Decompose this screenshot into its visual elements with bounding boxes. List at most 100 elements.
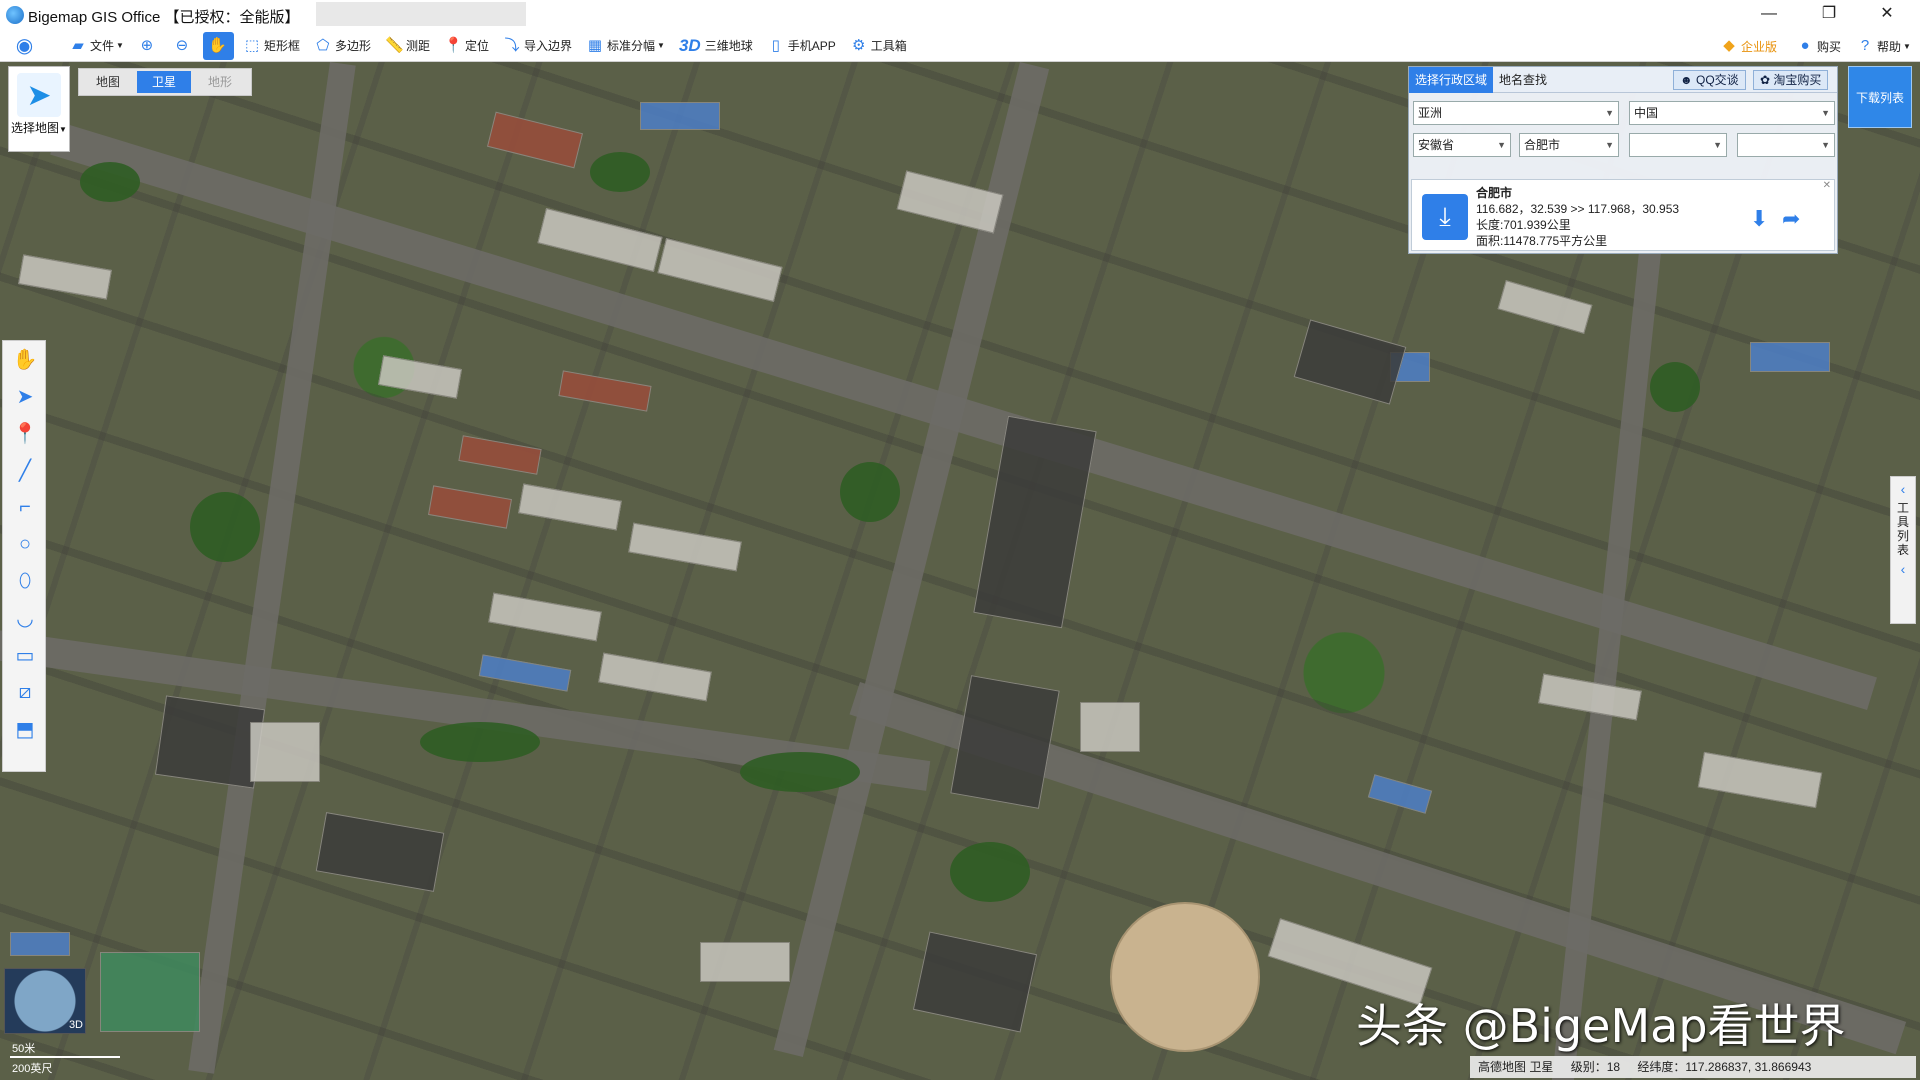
main-toolbar: ◉ ▰ 文件 ▼ ⊕ ⊖ ✋ ⬚ 矩形框 ⬠ 多边形 📏 测距 📍 定位 ⤵ 导入…: [0, 30, 1920, 62]
tab-place-search[interactable]: 地名查找: [1493, 67, 1553, 93]
rectangle-select-button[interactable]: ⬚ 矩形框: [238, 32, 305, 60]
chevron-left-icon: ‹: [1900, 561, 1906, 577]
tree-cluster: [950, 842, 1030, 902]
toolbox-button[interactable]: ⚙ 工具箱: [845, 32, 912, 60]
city-select[interactable]: 合肥市 ▼: [1519, 133, 1619, 157]
file-menu[interactable]: ▰ 文件 ▼: [64, 32, 129, 60]
building: [896, 170, 1004, 234]
rectangle-tool[interactable]: ▭: [3, 637, 47, 674]
building: [1497, 280, 1593, 334]
download-icon[interactable]: ⬇: [1750, 206, 1768, 232]
paper-plane-icon: ➤: [17, 73, 61, 117]
buy-button[interactable]: ● 购买: [1796, 32, 1841, 60]
building: [628, 522, 742, 572]
pan-tool[interactable]: ✋: [3, 341, 47, 378]
circle-tool[interactable]: ○: [3, 526, 47, 563]
polygon-select-label: 多边形: [334, 39, 371, 53]
curve-tool[interactable]: ◡: [3, 600, 47, 637]
zoom-out-icon: ⊖: [175, 36, 189, 54]
continent-select[interactable]: 亚洲 ▼: [1413, 101, 1619, 125]
measure-button[interactable]: 📏 测距: [380, 32, 435, 60]
download-list-button[interactable]: 下载列表: [1848, 66, 1912, 128]
select-map-button[interactable]: ➤ 选择地图▼: [8, 66, 70, 152]
locate-button[interactable]: 📍 定位: [439, 32, 494, 60]
enterprise-button[interactable]: ◆ 企业版: [1720, 32, 1777, 60]
minimize-button[interactable]: —: [1740, 0, 1798, 30]
line-tool[interactable]: ╱: [3, 452, 47, 489]
rectangle-icon: ▭: [15, 645, 35, 667]
ellipse-tool[interactable]: ⬯: [3, 563, 47, 600]
marker-icon: 📍: [12, 423, 38, 445]
tree-cluster: [420, 722, 540, 762]
chevron-down-icon: ▼: [1605, 140, 1614, 150]
import-boundary-label: 导入边界: [524, 39, 573, 53]
phone-icon: ▯: [771, 36, 780, 54]
rectangle-select-label: 矩形框: [263, 39, 300, 53]
district-select[interactable]: ▼: [1629, 133, 1727, 157]
scale-bar: [10, 1056, 120, 1058]
tab-map[interactable]: 地图: [81, 71, 135, 93]
building: [1080, 702, 1140, 752]
phone-app-button[interactable]: ▯ 手机APP: [762, 32, 841, 60]
tab-terrain[interactable]: 地形: [193, 71, 247, 93]
building: [478, 654, 572, 692]
select-tool[interactable]: ➤: [3, 378, 47, 415]
polygon-select-button[interactable]: ⬠ 多边形: [309, 32, 376, 60]
mini-globe-3d[interactable]: 3D: [4, 968, 86, 1034]
scale-imperial: 200英尺: [12, 1063, 53, 1075]
tool-list-toggle[interactable]: ‹ 工具列表 ‹: [1890, 476, 1916, 624]
share-icon[interactable]: ➦: [1782, 206, 1800, 232]
ruler-icon: ⧄: [18, 681, 32, 703]
chevron-down-icon: ▼: [1497, 140, 1506, 150]
standard-sheet-button[interactable]: ▦ 标准分幅 ▼: [581, 32, 670, 60]
pointer-icon: ➤: [16, 386, 34, 408]
zoom-in-button[interactable]: ⊕: [133, 32, 164, 60]
locate-label: 定位: [464, 39, 489, 53]
region-download-icon[interactable]: ⤓: [1422, 194, 1468, 240]
restore-button[interactable]: ❐: [1800, 0, 1858, 30]
town-select[interactable]: ▼: [1737, 133, 1835, 157]
curve-icon: ◡: [16, 608, 34, 630]
area-tool[interactable]: ⬒: [3, 711, 47, 748]
continent-value: 亚洲: [1418, 106, 1443, 120]
status-coords: 经纬度：117.286837, 31.866943: [1637, 1060, 1812, 1074]
region-result-card: ⤓ 合肥市 116.682，32.539 >> 117.968，30.953 长…: [1411, 179, 1835, 251]
measure-icon: 📏: [384, 36, 404, 54]
marker-tool[interactable]: 📍: [3, 415, 47, 452]
building: [458, 435, 542, 475]
tree-cluster: [1650, 362, 1700, 412]
3d-globe-button[interactable]: 3D 三维地球: [674, 32, 758, 60]
buy-label: 购买: [1817, 39, 1842, 54]
tree-cluster: [590, 152, 650, 192]
map-scale: 50米 200英尺: [8, 1040, 136, 1076]
tab-select-region[interactable]: 选择行政区域: [1409, 66, 1494, 93]
select-map-label: 选择地图: [11, 121, 60, 135]
help-button[interactable]: ? 帮助 ▼: [1856, 32, 1911, 60]
taobao-icon: ✿: [1760, 73, 1771, 87]
province-value: 安徽省: [1418, 138, 1455, 152]
tab-satellite[interactable]: 卫星: [137, 71, 191, 93]
buy-icon: ●: [1800, 37, 1810, 54]
ruler-tool[interactable]: ⧄: [3, 674, 47, 711]
pan-button[interactable]: ✋: [202, 31, 234, 60]
3d-globe-label: 三维地球: [704, 39, 753, 53]
close-icon[interactable]: ✕: [1823, 180, 1831, 191]
menu-logo-button[interactable]: ◉: [6, 32, 46, 60]
circle-icon: ○: [18, 533, 32, 555]
scale-metric: 50米: [12, 1043, 36, 1055]
taobao-buy-button[interactable]: ✿ 淘宝购买: [1753, 70, 1829, 90]
zoom-out-button[interactable]: ⊖: [168, 32, 199, 60]
close-button[interactable]: ✕: [1858, 0, 1916, 30]
country-select[interactable]: 中国 ▼: [1629, 101, 1835, 125]
help-icon: ?: [1860, 37, 1870, 54]
polyline-tool[interactable]: ⌐: [3, 489, 47, 526]
building: [1293, 319, 1407, 405]
import-boundary-button[interactable]: ⤵ 导入边界: [498, 32, 577, 60]
tree-cluster: [840, 462, 900, 522]
tree-cluster: [190, 492, 260, 562]
status-bar: 高德地图 卫星 级别：18 经纬度：117.286837, 31.866943: [1470, 1056, 1916, 1078]
folder-icon: ▰: [72, 36, 84, 54]
qq-chat-button[interactable]: ☻ QQ交谈: [1673, 70, 1746, 90]
grid-icon: ▦: [587, 36, 603, 54]
province-select[interactable]: 安徽省 ▼: [1413, 133, 1511, 157]
